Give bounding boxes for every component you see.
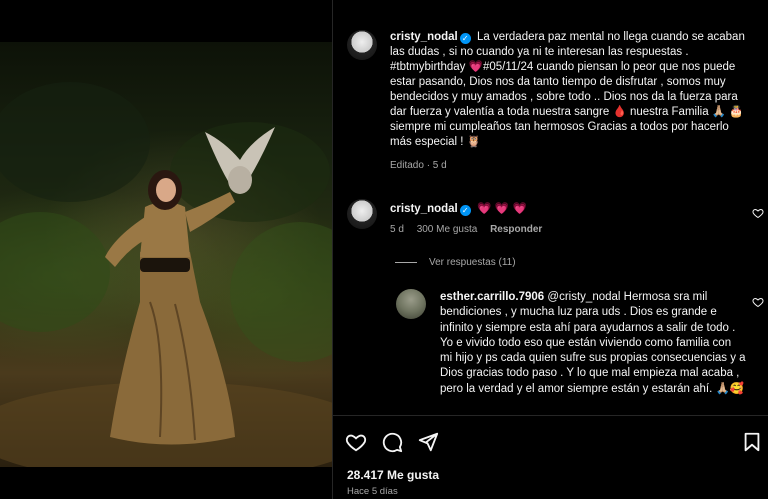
heart-icon[interactable] xyxy=(345,431,367,453)
post-media-panel xyxy=(0,0,332,499)
caption-meta: Editado · 5 d xyxy=(390,160,447,171)
reply-text: @cristy_nodal Hermosa sra mil bendicione… xyxy=(440,291,746,395)
view-replies-label[interactable]: Ver respuestas (11) xyxy=(429,257,516,268)
author-avatar[interactable] xyxy=(347,30,377,60)
comment-icon[interactable] xyxy=(381,431,403,453)
comment-like-heart-icon[interactable] xyxy=(752,207,764,219)
comment-text: 💗 💗 💗 xyxy=(476,201,528,215)
bookmark-icon[interactable] xyxy=(741,431,763,453)
action-bar: 28.417 Me gusta Hace 5 días xyxy=(333,415,768,499)
caption-text: La verdadera paz mental no llega cuando … xyxy=(390,31,745,148)
view-replies[interactable]: Ver respuestas (11) xyxy=(395,257,516,268)
reply-author[interactable]: esther.carrillo.7906 xyxy=(440,291,544,303)
post-details-panel: cristy_nodal ✓ La verdadera paz mental no… xyxy=(333,0,768,499)
reply-button[interactable]: Responder xyxy=(490,224,542,235)
comment: cristy_nodal ✓ 💗 💗 💗 xyxy=(390,201,750,217)
comment-age: 5 d xyxy=(390,224,404,235)
share-icon[interactable] xyxy=(417,431,439,453)
comment-author[interactable]: cristy_nodal xyxy=(390,203,458,215)
reply-like-heart-icon[interactable] xyxy=(752,296,764,308)
photo-illustration xyxy=(0,82,332,467)
post-caption: cristy_nodal ✓ La verdadera paz mental no… xyxy=(390,30,750,173)
verified-badge-icon: ✓ xyxy=(459,205,471,216)
comment-avatar[interactable] xyxy=(347,199,377,229)
like-count[interactable]: 28.417 Me gusta xyxy=(347,468,439,482)
comment-meta: 5 d 300 Me gusta Responder xyxy=(390,224,552,235)
caption-author[interactable]: cristy_nodal xyxy=(390,31,458,43)
verified-badge-icon: ✓ xyxy=(459,33,471,44)
reply-avatar[interactable] xyxy=(396,289,426,319)
post-photo[interactable] xyxy=(0,42,332,467)
reply-comment: esther.carrillo.7906 @cristy_nodal Hermo… xyxy=(440,290,746,397)
comment-likes[interactable]: 300 Me gusta xyxy=(417,224,478,235)
post-time: Hace 5 días xyxy=(347,486,398,497)
view-replies-line xyxy=(395,262,417,263)
